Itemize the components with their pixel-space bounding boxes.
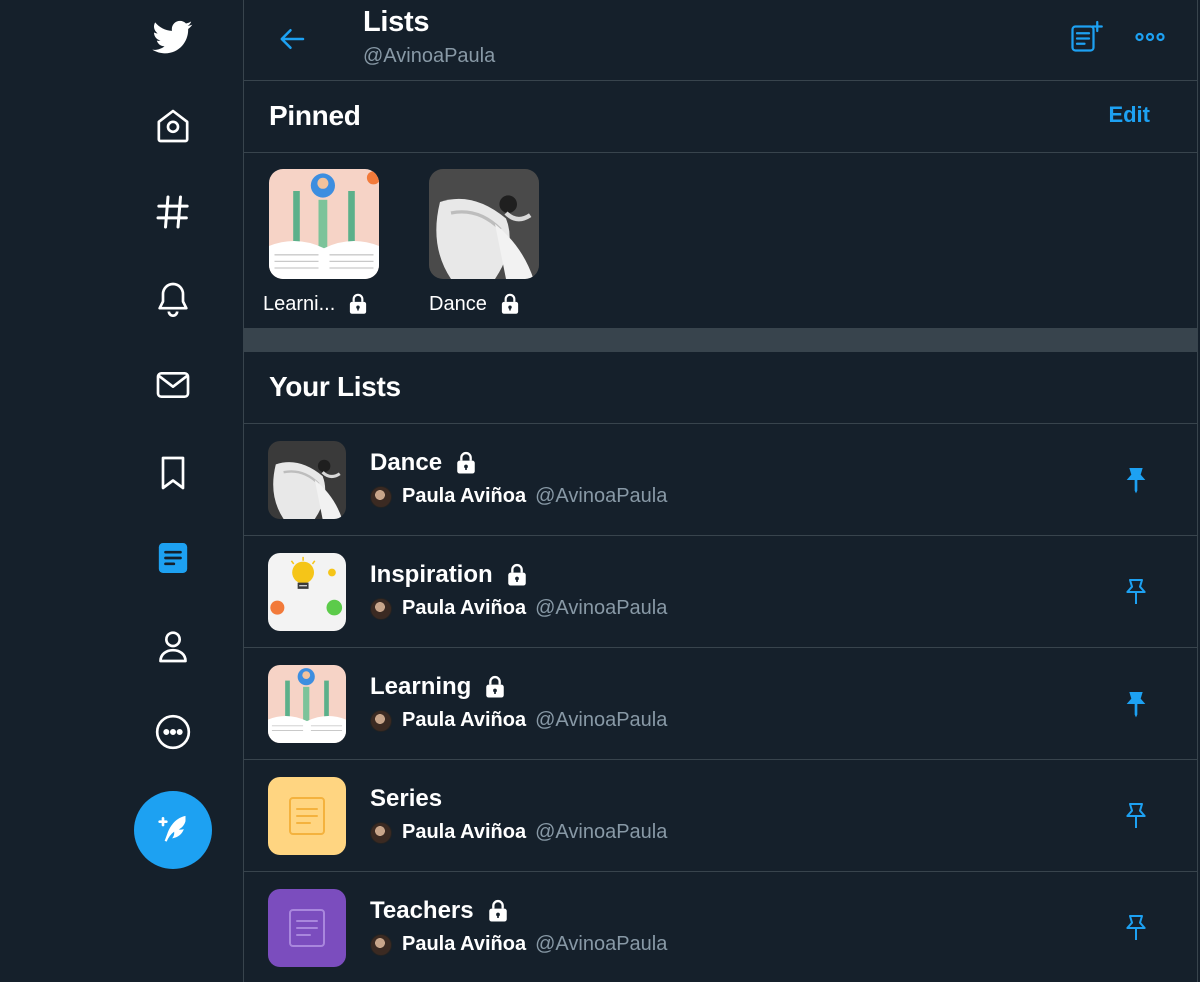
pinned-list-dance[interactable]: Dance — [429, 169, 549, 317]
list-name: Inspiration — [370, 561, 531, 589]
list-owner: Paula Aviñoa @AvinoaPaula — [370, 597, 667, 620]
profile-person-icon[interactable] — [150, 623, 196, 669]
lock-icon — [457, 451, 475, 474]
owner-handle: @AvinoaPaula — [535, 597, 668, 619]
owner-handle: @AvinoaPaula — [535, 933, 668, 955]
pinned-title: Pinned — [269, 100, 361, 131]
list-title: Series — [370, 785, 443, 812]
twitter-logo-icon[interactable] — [150, 14, 196, 60]
pin-button[interactable] — [1114, 794, 1158, 838]
list-name: Teachers — [370, 897, 512, 925]
more-options-button[interactable] — [1128, 15, 1172, 59]
lists-icon[interactable] — [150, 535, 196, 581]
owner-name: Paula Aviñoa — [402, 485, 527, 507]
pinned-list-name: Dance — [429, 292, 487, 315]
pin-outline-icon — [1126, 803, 1146, 828]
owner-handle: @AvinoaPaula — [535, 485, 668, 507]
lock-icon — [501, 293, 518, 314]
notifications-bell-icon[interactable] — [150, 276, 196, 322]
owner-name: Paula Aviñoa — [402, 933, 527, 955]
lock-icon — [507, 563, 526, 586]
list-name: Dance — [370, 449, 480, 477]
pinned-list-learning[interactable]: Learni... — [263, 169, 389, 317]
lock-icon — [486, 675, 505, 698]
create-list-button[interactable] — [1064, 15, 1108, 59]
compose-tweet-button[interactable] — [134, 791, 212, 869]
pin-button[interactable] — [1114, 906, 1158, 950]
list-thumbnail — [268, 665, 346, 743]
owner-name: Paula Aviñoa — [402, 821, 527, 843]
list-item-learning[interactable]: Learning Paula Aviñoa @AvinoaPaula — [244, 648, 1198, 760]
bookmarks-icon[interactable] — [150, 450, 196, 496]
avatar — [370, 597, 392, 620]
compose-tweet-icon — [158, 815, 186, 842]
list-title: Dance — [370, 449, 443, 476]
your-lists-header: Your Lists — [244, 352, 1198, 424]
list-owner: Paula Aviñoa @AvinoaPaula — [370, 933, 667, 956]
avatar — [370, 709, 392, 732]
pinned-section-header: Pinned Edit — [244, 81, 1198, 153]
list-thumbnail — [429, 169, 539, 279]
pin-outline-icon — [1126, 915, 1146, 940]
pinned-list-label: Learni... — [263, 291, 389, 317]
explore-hashtag-icon[interactable] — [150, 189, 196, 235]
list-thumbnail — [268, 441, 346, 519]
owner-handle: @AvinoaPaula — [535, 821, 668, 843]
lock-icon — [350, 293, 367, 314]
more-circle-icon[interactable] — [150, 709, 196, 755]
list-item-inspiration[interactable]: Inspiration Paula Aviñoa @AvinoaPaula — [244, 536, 1198, 648]
pin-button[interactable] — [1114, 570, 1158, 614]
page-handle: @AvinoaPaula — [363, 45, 496, 67]
avatar — [370, 485, 392, 508]
unpin-button[interactable] — [1114, 458, 1158, 502]
list-name: Learning — [370, 673, 509, 701]
back-arrow-icon — [280, 29, 305, 49]
avatar — [370, 821, 392, 844]
page-header: Lists @AvinoaPaula — [244, 0, 1198, 81]
list-owner: Paula Aviñoa @AvinoaPaula — [370, 821, 667, 844]
your-lists-title: Your Lists — [269, 371, 401, 402]
list-item-dance[interactable]: Dance Paula Aviñoa @AvinoaPaula — [244, 424, 1198, 536]
owner-name: Paula Aviñoa — [402, 709, 527, 731]
list-thumbnail — [268, 553, 346, 631]
pinned-lists: Learni... Dance — [244, 153, 1198, 328]
more-icon — [1135, 32, 1165, 42]
pin-filled-icon — [1126, 692, 1146, 718]
messages-envelope-icon[interactable] — [150, 362, 196, 408]
avatar — [370, 933, 392, 956]
list-thumbnail — [269, 169, 379, 279]
list-name: Series — [370, 785, 442, 813]
pin-filled-icon — [1126, 468, 1146, 494]
page-title: Lists — [363, 6, 430, 38]
lock-icon — [488, 899, 507, 922]
left-navigation — [0, 0, 244, 982]
list-title: Teachers — [370, 897, 474, 924]
owner-name: Paula Aviñoa — [402, 597, 527, 619]
list-thumbnail — [268, 889, 346, 967]
pin-outline-icon — [1126, 579, 1146, 604]
pinned-list-name: Learni... — [263, 292, 336, 315]
list-item-teachers[interactable]: Teachers Paula Aviñoa @AvinoaPaula — [244, 872, 1198, 982]
list-owner: Paula Aviñoa @AvinoaPaula — [370, 709, 667, 732]
pinned-list-label: Dance — [429, 291, 549, 317]
list-item-series[interactable]: Series Paula Aviñoa @AvinoaPaula — [244, 760, 1198, 872]
back-button[interactable] — [272, 18, 314, 60]
edit-pinned-button[interactable]: Edit — [1108, 102, 1150, 128]
home-icon[interactable] — [150, 103, 196, 149]
main-column: Lists @AvinoaPaula Pinned Edit Learni... — [244, 0, 1198, 982]
list-thumbnail — [268, 777, 346, 855]
unpin-button[interactable] — [1114, 682, 1158, 726]
list-title: Learning — [370, 673, 472, 700]
list-owner: Paula Aviñoa @AvinoaPaula — [370, 485, 667, 508]
owner-handle: @AvinoaPaula — [535, 709, 668, 731]
list-title: Inspiration — [370, 561, 493, 588]
create-list-icon — [1071, 20, 1103, 52]
section-divider — [244, 328, 1198, 352]
